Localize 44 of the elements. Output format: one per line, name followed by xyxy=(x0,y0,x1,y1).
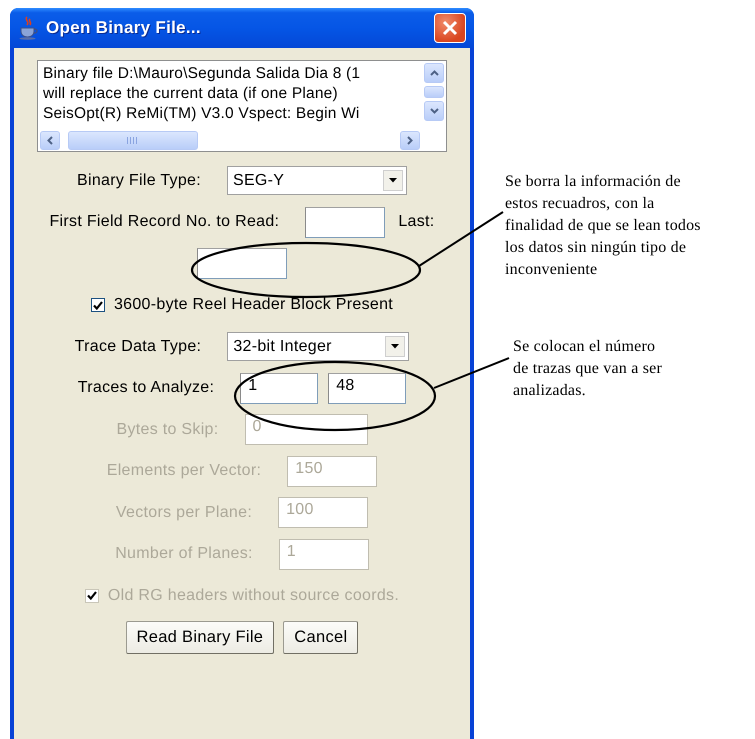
dialog-button[interactable]: Cancel xyxy=(283,620,358,654)
scroll-down-button[interactable] xyxy=(424,101,444,121)
caret-down-icon xyxy=(391,344,400,350)
annotation-note: Se borra la información de estos recuadros, con la finalidad de que se lean todos los datos sin ningún tipo de inconveniente xyxy=(505,172,701,280)
coffee-cup-icon xyxy=(18,16,40,40)
log-line: Binary file D:\Mauro\Segunda Salida Dia 8 (1 xyxy=(43,64,360,84)
input-field[interactable] xyxy=(305,206,386,238)
field-label: Number of Planes: xyxy=(115,545,253,564)
scrollbar-thumb[interactable] xyxy=(68,130,198,150)
field-label: Last: xyxy=(398,213,434,232)
log-text-area[interactable]: Binary file D:\Mauro\Segunda Salida Dia 8 (1 will replace the current data (if one Plane) SeisOpt(R) ReMi(TM) V3.0 Vspect: Begin Wi xyxy=(37,60,447,152)
dropdown[interactable]: 32-bit Integer xyxy=(227,332,410,362)
log-line: will replace the current data (if one Plane) xyxy=(43,84,338,104)
window-title: Open Binary File... xyxy=(46,18,201,38)
input-field[interactable]: 1 xyxy=(240,372,318,404)
field-label: Bytes to Skip: xyxy=(116,420,219,439)
input-field[interactable] xyxy=(197,248,287,280)
close-icon xyxy=(442,20,458,36)
scroll-left-button[interactable] xyxy=(40,130,60,150)
field-label: Vectors per Plane: xyxy=(116,504,252,522)
dialog-button[interactable]: Read Binary File xyxy=(126,620,274,654)
field-label: Trace Data Type: xyxy=(74,338,202,356)
scrollbar-thumb[interactable] xyxy=(424,86,444,98)
input-field[interactable]: 48 xyxy=(328,372,406,404)
field-label: Elements per Vector: xyxy=(106,462,262,480)
dropdown[interactable]: SEG-Y xyxy=(226,166,407,196)
chevron-right-icon xyxy=(407,136,413,144)
caret-down-icon xyxy=(388,178,397,184)
chevron-left-icon xyxy=(47,136,53,144)
log-line: SeisOpt(R) ReMi(TM) V3.0 Vspect: Begin Wi xyxy=(43,104,360,124)
checkbox[interactable] xyxy=(90,298,105,312)
dropdown-button[interactable] xyxy=(385,336,406,358)
chevron-up-icon xyxy=(430,70,438,76)
field-label: First Field Record No. to Read: xyxy=(49,213,280,232)
field-label: 3600-byte Reel Header Block Present xyxy=(114,296,394,314)
annotation-note: Se colocan el número de trazas que van a ser analizadas. xyxy=(513,337,662,401)
field-label: Old RG headers without source coords. xyxy=(108,586,400,605)
dropdown-button[interactable] xyxy=(382,170,403,192)
field-label: Traces to Analyze: xyxy=(78,379,214,398)
close-button[interactable] xyxy=(434,13,466,43)
scroll-up-button[interactable] xyxy=(424,63,444,83)
field-label: Binary File Type: xyxy=(77,172,201,190)
chevron-down-icon xyxy=(430,108,438,114)
scroll-right-button[interactable] xyxy=(400,130,420,150)
